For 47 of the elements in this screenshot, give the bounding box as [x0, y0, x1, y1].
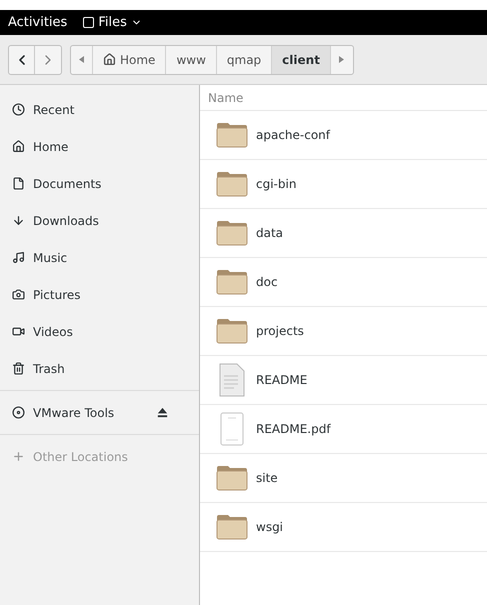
- file-row[interactable]: apache-conf: [200, 111, 487, 160]
- path-button[interactable]: Home: [93, 46, 166, 74]
- eject-icon[interactable]: [156, 406, 169, 419]
- document-icon: [12, 177, 25, 190]
- file-row[interactable]: README.pdf: [200, 405, 487, 454]
- sidebar-item[interactable]: Downloads: [4, 202, 195, 239]
- folder-icon: [216, 269, 248, 295]
- sidebar-item[interactable]: Music: [4, 239, 195, 276]
- sidebar-item[interactable]: Pictures: [4, 276, 195, 313]
- document-icon: [220, 412, 244, 446]
- file-row[interactable]: wsgi: [200, 503, 487, 552]
- plus-icon: [12, 450, 25, 463]
- file-row[interactable]: data: [200, 209, 487, 258]
- home-icon: [12, 140, 25, 153]
- music-icon: [12, 251, 25, 264]
- camera-icon: [12, 288, 25, 301]
- home-icon: [103, 53, 116, 66]
- down-arrow-icon: [12, 214, 25, 227]
- activities-button[interactable]: Activities: [8, 12, 68, 32]
- path-button[interactable]: client: [272, 46, 331, 74]
- folder-icon: [216, 465, 248, 491]
- sidebar-item[interactable]: Videos: [4, 313, 195, 350]
- video-icon: [12, 325, 25, 338]
- app-icon: [83, 17, 94, 28]
- path-button[interactable]: www: [166, 46, 217, 74]
- folder-icon: [216, 318, 248, 344]
- sidebar-item[interactable]: Recent: [4, 91, 195, 128]
- trash-icon: [12, 362, 25, 375]
- text-file-icon: [218, 363, 246, 397]
- sidebar-item[interactable]: Documents: [4, 165, 195, 202]
- disc-icon: [12, 406, 25, 419]
- app-menu[interactable]: Files: [83, 12, 142, 32]
- right-triangle-icon: [339, 56, 344, 63]
- left-triangle-icon: [79, 56, 84, 63]
- file-row[interactable]: doc: [200, 258, 487, 307]
- folder-icon: [216, 122, 248, 148]
- file-row[interactable]: README: [200, 356, 487, 405]
- sidebar-item[interactable]: VMware Tools: [4, 394, 195, 431]
- file-row[interactable]: projects: [200, 307, 487, 356]
- folder-icon: [216, 514, 248, 540]
- folder-icon: [216, 171, 248, 197]
- clock-icon: [12, 103, 25, 116]
- file-row[interactable]: cgi-bin: [200, 160, 487, 209]
- sidebar-item[interactable]: Home: [4, 128, 195, 165]
- file-row[interactable]: site: [200, 454, 487, 503]
- sidebar-item[interactable]: Trash: [4, 350, 195, 387]
- folder-icon: [216, 220, 248, 246]
